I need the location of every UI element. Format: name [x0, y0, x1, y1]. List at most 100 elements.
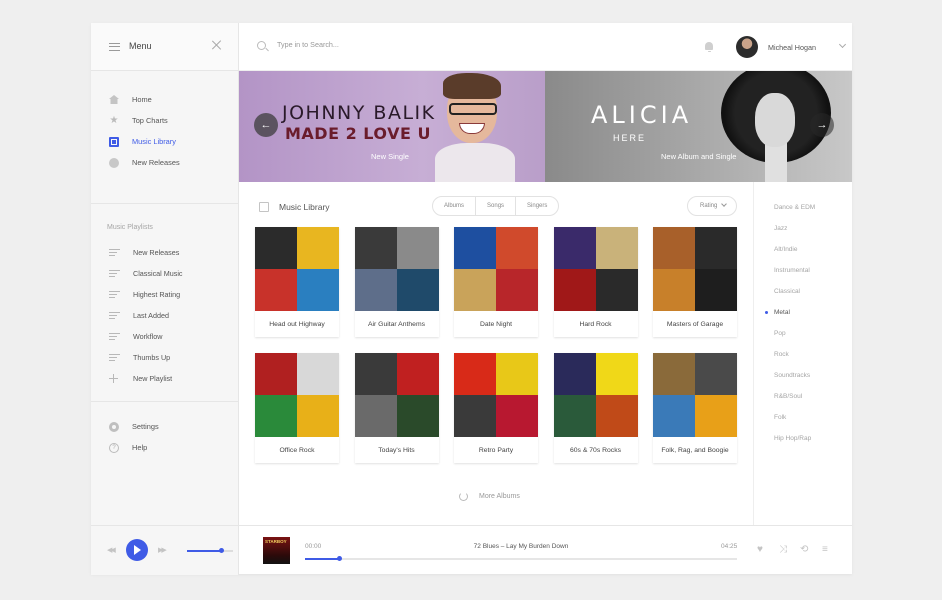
volume-handle[interactable]: [219, 548, 224, 553]
genre-label: Instrumental: [774, 267, 810, 274]
new-playlist-button[interactable]: New Playlist: [91, 368, 238, 389]
album-card[interactable]: Today's Hits: [354, 353, 439, 463]
album-card[interactable]: Office Rock: [255, 353, 339, 463]
user-name[interactable]: Micheal Hogan: [768, 43, 816, 52]
nav-item-music-library[interactable]: Music Library: [91, 131, 238, 152]
seek-handle[interactable]: [337, 556, 343, 561]
player-bar: ◀◀ ▶▶ STARBOY 00:00 72 Blues – Lay My Bu…: [91, 525, 852, 575]
album-card[interactable]: 60s & 70s Rocks: [553, 353, 638, 463]
previous-icon[interactable]: ◀◀: [107, 546, 116, 554]
library-title: Music Library: [279, 202, 330, 212]
banner-artist-title: JOHNNY BALIK: [282, 102, 436, 124]
next-icon[interactable]: ▶▶: [158, 546, 167, 554]
album-card[interactable]: Date Night: [454, 227, 538, 337]
more-albums-label: More Albums: [479, 493, 520, 500]
playlist-item[interactable]: Workflow: [91, 326, 238, 347]
genre-item[interactable]: Classical: [754, 281, 852, 302]
hamburger-icon[interactable]: [109, 43, 120, 51]
playlist-icon: [109, 353, 120, 362]
arrow-left-icon[interactable]: ←: [254, 113, 278, 137]
volume-slider[interactable]: [187, 548, 233, 553]
playlist-item[interactable]: Highest Rating: [91, 284, 238, 305]
genre-item[interactable]: Metal: [754, 302, 852, 323]
genre-item[interactable]: Jazz: [754, 218, 852, 239]
top-bar: Micheal Hogan: [239, 23, 852, 71]
genre-item[interactable]: Folk: [754, 407, 852, 428]
sort-dropdown[interactable]: Rating: [687, 196, 737, 216]
playlist-label: Workflow: [133, 332, 163, 341]
help-link[interactable]: ? Help: [91, 437, 238, 458]
nav-item-new-releases[interactable]: New Releases: [91, 152, 238, 173]
settings-link[interactable]: Settings: [91, 416, 238, 437]
album-card[interactable]: Folk, Rag, and Boogie: [653, 353, 737, 463]
avatar[interactable]: [736, 36, 758, 58]
arrow-right-icon[interactable]: →: [810, 113, 834, 137]
main-nav: Home ★ Top Charts Music Library New Rele…: [91, 71, 238, 204]
library-tabs: Albums Songs Singers: [432, 196, 560, 216]
nav-item-home[interactable]: Home: [91, 89, 238, 110]
genre-item[interactable]: Dance & EDM: [754, 197, 852, 218]
genre-item[interactable]: Instrumental: [754, 260, 852, 281]
genre-item[interactable]: Alt/Indie: [754, 239, 852, 260]
play-button[interactable]: [126, 539, 148, 561]
bell-icon[interactable]: [705, 42, 713, 52]
playlist-item[interactable]: Thumbs Up: [91, 347, 238, 368]
album-card[interactable]: Masters of Garage: [653, 227, 737, 337]
player-controls: ◀◀ ▶▶: [91, 526, 239, 575]
queue-icon[interactable]: ≡: [822, 545, 828, 555]
playlists-section: Music Playlists New Releases Classical M…: [91, 204, 238, 402]
genre-item[interactable]: Hip Hop/Rap: [754, 428, 852, 449]
seek-bar[interactable]: [305, 556, 737, 561]
banner-slide-new-album[interactable]: ALICIA HERE New Album and Single: [545, 71, 852, 182]
genre-label: Soundtracks: [774, 372, 811, 379]
tab-songs[interactable]: Songs: [476, 197, 517, 215]
genre-item[interactable]: Rock: [754, 344, 852, 365]
featured-banner: JOHNNY BALIK MADE 2 LOVE U New Single AL…: [239, 71, 852, 182]
album-card[interactable]: Air Guitar Anthems: [354, 227, 439, 337]
nav-item-top-charts[interactable]: ★ Top Charts: [91, 110, 238, 131]
search-input[interactable]: [277, 40, 577, 49]
playlist-icon: [109, 311, 120, 320]
chevron-down-icon[interactable]: [838, 40, 847, 49]
gear-icon: [109, 421, 119, 432]
playlist-icon: [109, 332, 120, 341]
more-albums-button[interactable]: More Albums: [459, 492, 520, 501]
playlist-label: Last Added: [133, 311, 169, 320]
playlist-item[interactable]: New Releases: [91, 242, 238, 263]
now-playing-album-art: STARBOY: [263, 537, 290, 564]
nav-item-label: Top Charts: [132, 116, 168, 125]
close-icon[interactable]: [212, 40, 222, 50]
genre-item[interactable]: R&B/Soul: [754, 386, 852, 407]
playlist-label: New Releases: [133, 248, 180, 257]
album-card[interactable]: Retro Party: [454, 353, 538, 463]
tab-singers[interactable]: Singers: [516, 197, 558, 215]
genre-list: Dance & EDM Jazz Alt/Indie Instrumental Clas…: [753, 182, 852, 525]
playlist-item[interactable]: Classical Music: [91, 263, 238, 284]
playlist-icon: [109, 290, 120, 299]
album-cover: [454, 227, 538, 311]
genre-label: Dance & EDM: [774, 204, 816, 211]
album-title: Air Guitar Anthems: [367, 320, 426, 328]
genre-item[interactable]: Pop: [754, 323, 852, 344]
repeat-icon[interactable]: ⟲: [800, 545, 808, 555]
album-cover: [354, 227, 439, 311]
settings-label: Settings: [132, 422, 159, 431]
track-title: 72 Blues – Lay My Burden Down: [473, 543, 569, 550]
playlist-icon: [109, 248, 120, 257]
heart-icon[interactable]: ♥: [757, 545, 763, 555]
genre-label: Hip Hop/Rap: [774, 435, 812, 442]
album-card[interactable]: Head out Highway: [255, 227, 339, 337]
album-title: Date Night: [479, 320, 513, 328]
genre-label: Metal: [774, 309, 790, 316]
playlist-icon: [109, 269, 120, 278]
genre-item[interactable]: Soundtracks: [754, 365, 852, 386]
help-icon: ?: [109, 442, 119, 453]
banner-song-title: MADE 2 LOVE U: [285, 124, 431, 143]
genre-label: R&B/Soul: [774, 393, 803, 400]
shuffle-icon[interactable]: ⤨: [779, 545, 787, 555]
banner-slide-new-single[interactable]: JOHNNY BALIK MADE 2 LOVE U New Single: [239, 71, 545, 182]
playlist-item[interactable]: Last Added: [91, 305, 238, 326]
album-cover: [653, 353, 737, 437]
tab-albums[interactable]: Albums: [433, 197, 477, 215]
album-card[interactable]: Hard Rock: [553, 227, 638, 337]
